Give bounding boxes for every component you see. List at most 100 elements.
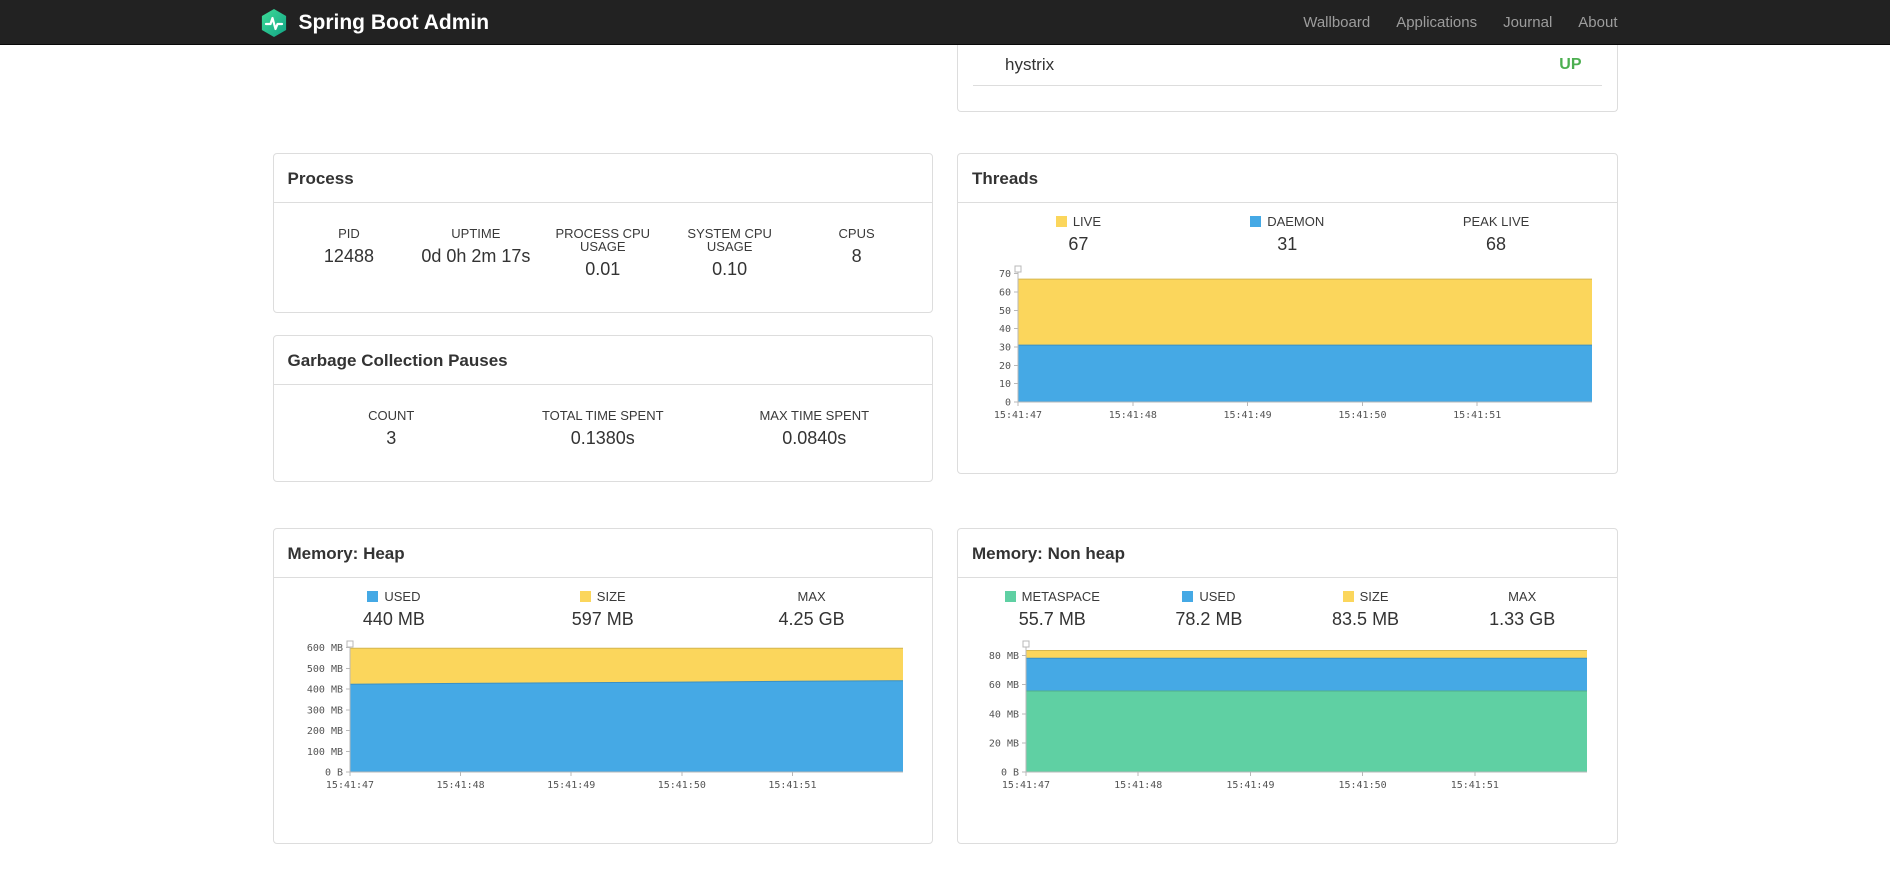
metric-value: 0.10 <box>712 259 748 279</box>
svg-text:60 MB: 60 MB <box>989 680 1019 691</box>
svg-text:80 MB: 80 MB <box>989 651 1019 662</box>
health-panel-body: hystrix UP <box>958 45 1617 111</box>
memory-heap-panel: Memory: Heap USED 440 MB SIZE 597 MB MAX 4.25… <box>272 528 933 844</box>
process-panel: Process PID 12488 UPTIME 0d 0h 2m 17s PROCES… <box>272 153 933 313</box>
process-panel-body: PID 12488 UPTIME 0d 0h 2m 17s PROCESS CPU US… <box>274 203 933 312</box>
svg-text:20 MB: 20 MB <box>989 738 1019 749</box>
spring-boot-admin-logo-icon <box>259 8 289 38</box>
legend-swatch-icon <box>1342 591 1354 602</box>
metric-label: SIZE <box>1287 590 1444 603</box>
metric-label-text: DAEMON <box>1267 214 1325 229</box>
metric-value: 55.7 MB <box>1018 609 1086 629</box>
metric-label: SIZE <box>498 590 707 603</box>
metric-label-text: SIZE <box>596 589 626 604</box>
left-column: Process PID 12488 UPTIME 0d 0h 2m 17s PROCES… <box>272 153 933 482</box>
health-band: hystrix UP <box>273 45 1618 112</box>
process-threads-band: Process PID 12488 UPTIME 0d 0h 2m 17s PROCES… <box>272 153 1618 482</box>
metric-label-text: MAX TIME SPENT <box>759 408 870 423</box>
metric-label: UPTIME <box>412 227 539 240</box>
svg-text:30: 30 <box>999 343 1011 354</box>
metric-label-text: LIVE <box>1072 214 1101 229</box>
metric-uptime: UPTIME 0d 0h 2m 17s <box>412 227 539 278</box>
metric-label-text: MAX <box>1508 589 1537 604</box>
metric-label-text: PID <box>338 226 360 241</box>
metric-label: CPUS <box>793 227 920 240</box>
brand-link[interactable]: Spring Boot Admin <box>259 8 489 38</box>
svg-text:15:41:48: 15:41:48 <box>1114 780 1162 791</box>
svg-text:15:41:50: 15:41:50 <box>1338 410 1386 421</box>
nav-link-applications[interactable]: Applications <box>1383 14 1490 31</box>
svg-text:15:41:47: 15:41:47 <box>994 410 1042 421</box>
svg-text:300 MB: 300 MB <box>306 705 342 716</box>
metric-value: 440 MB <box>362 609 425 629</box>
metric-label-text: MAX <box>797 589 826 604</box>
metric-live: LIVE 67 <box>974 215 1183 253</box>
metric-max: MAX 4.25 GB <box>707 590 916 628</box>
metric-pid: PID 12488 <box>286 227 413 278</box>
metric-label-text: PROCESS CPU USAGE <box>555 226 651 254</box>
metric-value: 0.01 <box>585 259 621 279</box>
nav-link-wallboard[interactable]: Wallboard <box>1290 14 1383 31</box>
svg-text:15:41:51: 15:41:51 <box>768 780 816 791</box>
metric-label: TOTAL TIME SPENT <box>497 409 709 422</box>
threads-legend: LIVE 67 DAEMON 31 PEAK LIVE 68 <box>974 215 1601 253</box>
metric-label-text: TOTAL TIME SPENT <box>541 408 664 423</box>
metric-size: SIZE 83.5 MB <box>1287 590 1444 628</box>
svg-text:15:41:48: 15:41:48 <box>436 780 484 791</box>
threads-panel-body: LIVE 67 DAEMON 31 PEAK LIVE 68 0 10 20 30 40 50 60 7… <box>958 203 1617 473</box>
nav-link-about[interactable]: About <box>1565 14 1617 31</box>
svg-text:15:41:49: 15:41:49 <box>1224 410 1272 421</box>
metric-system-cpu-usage: SYSTEM CPU USAGE 0.10 <box>666 227 793 278</box>
svg-text:20: 20 <box>999 361 1011 372</box>
metric-value: 4.25 GB <box>778 609 845 629</box>
metric-value: 68 <box>1486 234 1507 254</box>
metric-value: 0.1380s <box>570 428 635 448</box>
legend-swatch-icon <box>1250 216 1262 227</box>
threads-panel: Threads LIVE 67 DAEMON 31 PEAK LIVE 68 0 10 20 3… <box>957 153 1618 474</box>
metric-label-text: UPTIME <box>451 226 501 241</box>
metric-value: 3 <box>386 428 397 448</box>
legend-swatch-icon <box>367 591 379 602</box>
metric-total-time-spent: TOTAL TIME SPENT 0.1380s <box>497 409 709 447</box>
threads-panel-title: Threads <box>958 154 1617 203</box>
memory-nonheap-chart: 0 B 20 MB 40 MB 60 MB 80 MB 15:41:47 15:41:48 1… <box>974 638 1601 803</box>
nonheap-chart-svg: 0 B 20 MB 40 MB 60 MB 80 MB 15:41:47 15:41:48 1… <box>989 640 1587 791</box>
memory-heap-panel-body: USED 440 MB SIZE 597 MB MAX 4.25 GB 0 B 100 MB… <box>274 578 933 843</box>
metric-daemon: DAEMON 31 <box>1183 215 1392 253</box>
legend-swatch-icon <box>579 591 591 602</box>
svg-text:15:41:50: 15:41:50 <box>1339 780 1387 791</box>
metric-value: 597 MB <box>571 609 634 629</box>
status-badge: UP <box>1559 56 1582 73</box>
svg-text:15:41:51: 15:41:51 <box>1451 780 1499 791</box>
gc-panel: Garbage Collection Pauses COUNT 3 TOTAL TI… <box>272 335 933 482</box>
memory-nonheap-panel: Memory: Non heap METASPACE 55.7 MB USED 78.… <box>957 528 1618 844</box>
svg-text:15:41:51: 15:41:51 <box>1453 410 1501 421</box>
metric-label-text: CPUS <box>838 226 875 241</box>
metric-used: USED 78.2 MB <box>1131 590 1288 628</box>
metric-label-text: SYSTEM CPU USAGE <box>687 226 772 254</box>
metric-max: MAX 1.33 GB <box>1444 590 1601 628</box>
memory-band: Memory: Heap USED 440 MB SIZE 597 MB MAX 4.25… <box>272 528 1618 844</box>
metric-label: SYSTEM CPU USAGE <box>666 227 793 253</box>
legend-swatch-icon <box>1182 591 1194 602</box>
memory-nonheap-panel-title: Memory: Non heap <box>958 529 1617 578</box>
service-name: hystrix <box>1005 55 1055 74</box>
nav-link-journal[interactable]: Journal <box>1490 14 1565 31</box>
right-column: hystrix UP <box>957 45 1618 112</box>
metric-label: PEAK LIVE <box>1392 215 1601 228</box>
legend-swatch-icon <box>1055 216 1067 227</box>
metric-label-text: USED <box>384 589 421 604</box>
svg-text:50: 50 <box>999 306 1011 317</box>
metric-label: MAX <box>707 590 916 603</box>
metric-value: 83.5 MB <box>1332 609 1400 629</box>
heap-chart-svg: 0 B 100 MB 200 MB 300 MB 400 MB 500 MB 600 MB 1… <box>306 640 903 791</box>
metric-count: COUNT 3 <box>286 409 498 447</box>
metric-value: 1.33 GB <box>1489 609 1556 629</box>
metric-label: METASPACE <box>974 590 1131 603</box>
metric-label: COUNT <box>286 409 498 422</box>
navbar: Spring Boot Admin Wallboard Applications J… <box>0 0 1890 45</box>
metric-label-text: PEAK LIVE <box>1462 214 1530 229</box>
process-metrics: PID 12488 UPTIME 0d 0h 2m 17s PROCESS CPU US… <box>286 227 921 278</box>
metric-metaspace: METASPACE 55.7 MB <box>974 590 1131 628</box>
metric-label-text: METASPACE <box>1021 589 1100 604</box>
